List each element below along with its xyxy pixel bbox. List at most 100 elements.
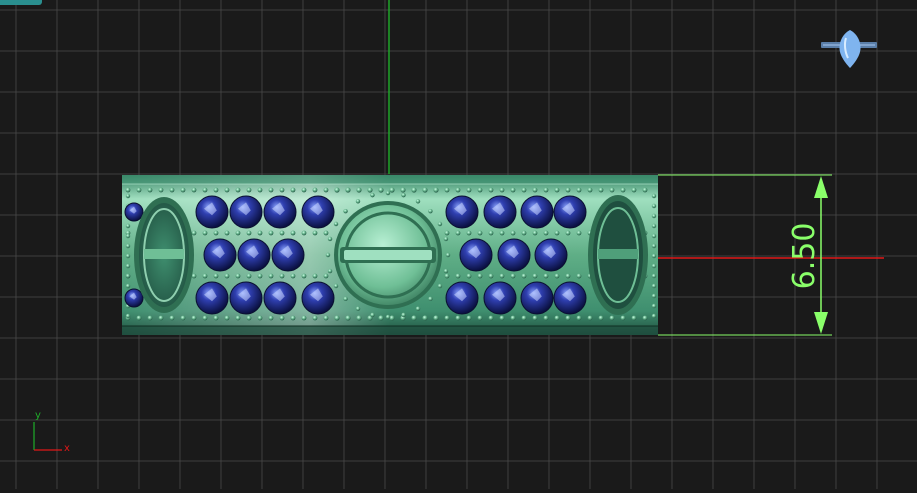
- metal-bead: [389, 187, 395, 193]
- metal-bead: [521, 230, 527, 236]
- sapphire-gem: [229, 195, 263, 229]
- metal-bead: [437, 283, 443, 289]
- metal-bead: [433, 187, 439, 193]
- metal-bead: [246, 187, 252, 193]
- metal-bead: [355, 306, 361, 311]
- metal-bead: [202, 187, 208, 193]
- sapphire-gem: [229, 281, 263, 315]
- sapphire-gem: [301, 195, 335, 229]
- metal-bead: [521, 315, 527, 321]
- metal-bead: [370, 312, 375, 318]
- metal-bead: [213, 273, 219, 279]
- metal-bead: [334, 187, 340, 193]
- metal-bead: [125, 187, 131, 193]
- metal-bead: [257, 187, 263, 193]
- metal-bead: [401, 192, 406, 198]
- metal-bead: [651, 283, 657, 289]
- metal-bead: [411, 315, 417, 321]
- metal-bead: [415, 199, 421, 204]
- metal-bead: [433, 315, 439, 321]
- metal-bead: [147, 187, 153, 193]
- metal-bead: [651, 223, 657, 229]
- metal-bead: [301, 187, 307, 193]
- 3d-viewport[interactable]: 6.50 y x: [0, 0, 917, 489]
- metal-bead: [279, 187, 285, 193]
- metal-bead: [224, 230, 230, 236]
- metal-bead: [312, 187, 318, 193]
- metal-bead: [333, 221, 339, 227]
- right-screw-motif: [588, 195, 648, 315]
- sapphire-gem: [520, 195, 554, 229]
- metal-bead: [443, 236, 449, 242]
- metal-bead: [532, 315, 538, 321]
- metal-bead: [499, 187, 505, 193]
- metal-bead: [609, 315, 615, 321]
- metal-bead: [279, 230, 285, 236]
- sapphire-gem: [124, 288, 144, 308]
- metal-bead: [455, 187, 461, 193]
- axis-x-label: x: [64, 443, 70, 454]
- metal-bead: [312, 230, 318, 236]
- sapphire-gem: [124, 202, 144, 222]
- metal-bead: [444, 273, 450, 279]
- metal-bead: [158, 315, 164, 321]
- sapphire-gem: [195, 195, 229, 229]
- metal-bead: [323, 230, 329, 236]
- metal-bead: [279, 273, 285, 279]
- metal-bead: [543, 315, 549, 321]
- metal-bead: [587, 187, 593, 193]
- view-orientation-icon[interactable]: [821, 30, 877, 68]
- sapphire-gem: [203, 238, 237, 272]
- sapphire-gem: [553, 195, 587, 229]
- metal-bead: [323, 273, 329, 279]
- metal-bead: [554, 230, 560, 236]
- metal-bead: [532, 273, 538, 279]
- sapphire-gem: [301, 281, 335, 315]
- metal-bead: [565, 230, 571, 236]
- metal-bead: [477, 273, 483, 279]
- metal-bead: [268, 187, 274, 193]
- metal-bead: [136, 187, 142, 193]
- metal-bead: [213, 187, 219, 193]
- metal-bead: [401, 312, 406, 318]
- metal-bead: [191, 315, 197, 321]
- metal-bead: [576, 187, 582, 193]
- metal-bead: [213, 315, 219, 321]
- metal-bead: [125, 243, 131, 249]
- axis-indicator: y x: [33, 410, 70, 454]
- metal-bead: [510, 230, 516, 236]
- metal-bead: [268, 315, 274, 321]
- metal-bead: [191, 273, 197, 279]
- metal-bead: [327, 268, 333, 274]
- metal-bead: [651, 313, 657, 319]
- ring-band-model[interactable]: [122, 175, 658, 335]
- metal-bead: [268, 273, 274, 279]
- sapphire-gem: [263, 281, 297, 315]
- metal-bead: [642, 187, 648, 193]
- metal-bead: [598, 315, 604, 321]
- metal-bead: [325, 252, 331, 258]
- sapphire-gem: [520, 281, 554, 315]
- metal-bead: [367, 187, 373, 193]
- metal-bead: [301, 273, 307, 279]
- metal-bead: [499, 230, 505, 236]
- metal-bead: [136, 315, 142, 321]
- corner-tab[interactable]: [0, 0, 42, 5]
- metal-bead: [445, 252, 451, 258]
- sapphire-gem: [534, 238, 568, 272]
- metal-bead: [235, 187, 241, 193]
- metal-bead: [202, 273, 208, 279]
- metal-bead: [370, 192, 375, 198]
- metal-bead: [466, 187, 472, 193]
- metal-bead: [651, 243, 657, 249]
- metal-bead: [290, 230, 296, 236]
- metal-bead: [651, 193, 657, 199]
- metal-bead: [651, 203, 657, 209]
- sapphire-gem: [445, 281, 479, 315]
- sapphire-gem: [483, 281, 517, 315]
- metal-bead: [565, 187, 571, 193]
- metal-bead: [246, 230, 252, 236]
- metal-bead: [444, 315, 450, 321]
- dimension-value: 6.50: [787, 223, 822, 290]
- metal-bead: [422, 187, 428, 193]
